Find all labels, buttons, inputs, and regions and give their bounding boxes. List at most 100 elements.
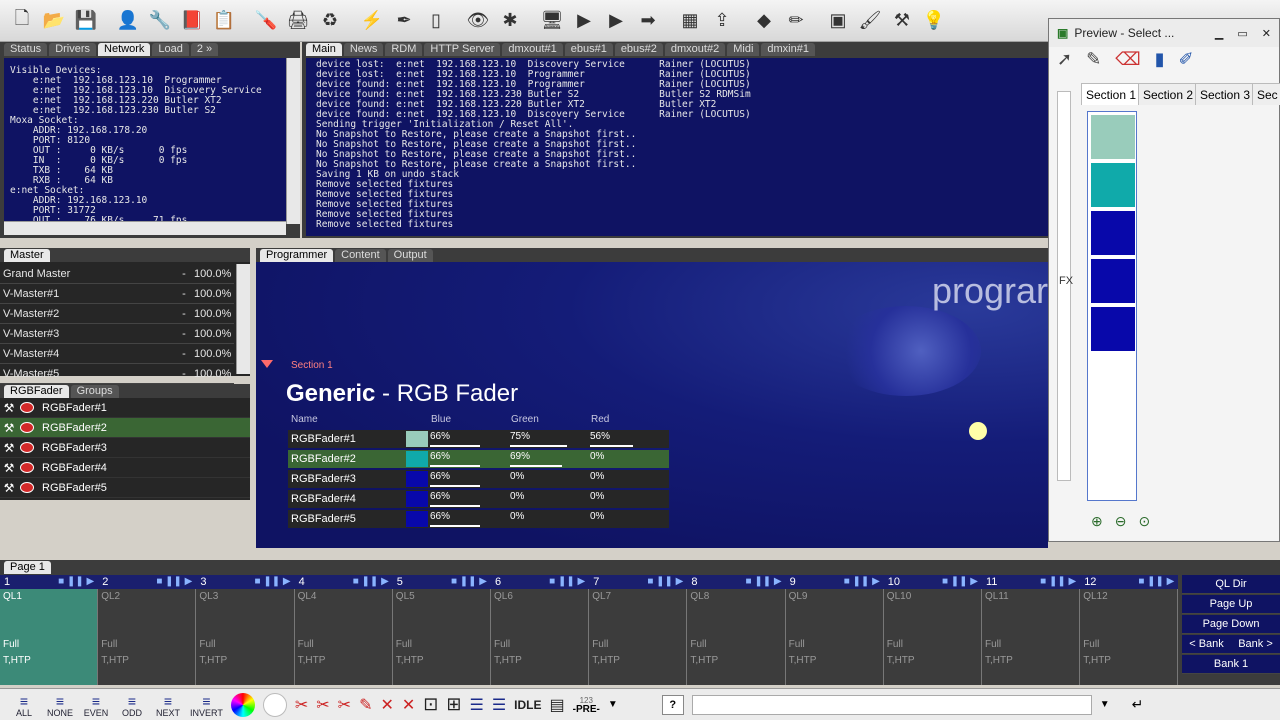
disable-icon[interactable] [20, 442, 34, 453]
red-value-cell[interactable]: 0% [588, 450, 668, 468]
page-up-button[interactable]: Page Up [1182, 595, 1280, 614]
cue-column[interactable]: QL8 Full T,HTP [687, 589, 786, 685]
programmer-row[interactable]: RGBFader#5 66% 0% 0% [288, 510, 669, 528]
status-tab-3[interactable]: Load [152, 43, 189, 56]
cue-column[interactable]: QL11 Full T,HTP [982, 589, 1081, 685]
blue-value-cell[interactable]: 66% [428, 510, 508, 528]
disable-icon[interactable] [20, 462, 34, 473]
cue-transport-icons[interactable]: ■ ❚❚ ▶ [1138, 575, 1174, 589]
zoom-out-icon[interactable]: ⊖ [1115, 513, 1127, 530]
programmer-tab-0[interactable]: Programmer [260, 249, 334, 262]
tweezers2-icon[interactable]: ✂ [316, 695, 329, 715]
log-tab-5[interactable]: ebus#1 [564, 43, 613, 56]
arrow-icon[interactable]: ➡ [634, 7, 662, 35]
programmer-row[interactable]: RGBFader#2 66% 69% 0% [288, 450, 669, 468]
save-icon[interactable]: 💾 [72, 7, 100, 35]
cue-transport-icons[interactable]: ■ ❚❚ ▶ [451, 575, 487, 589]
cue-header[interactable]: 3 ■ ❚❚ ▶ [196, 575, 295, 589]
cue-transport-icons[interactable]: ■ ❚❚ ▶ [942, 575, 978, 589]
red-pen-icon[interactable]: ✒ [390, 7, 418, 35]
tool-icon[interactable]: ⚒ [888, 7, 916, 35]
command-dropdown-icon[interactable]: ▼ [1100, 699, 1110, 710]
preview-swatch[interactable] [1091, 259, 1135, 303]
red-value-cell[interactable]: 0% [588, 470, 668, 488]
log-tab-6[interactable]: ebus#2 [614, 43, 663, 56]
color-wheel-icon[interactable] [230, 692, 255, 717]
status-tab-2[interactable]: Network [98, 43, 151, 56]
bank-prev-button[interactable]: < Bank [1182, 635, 1231, 654]
select-all-button[interactable]: ≡ ALL [10, 692, 38, 718]
printer-icon[interactable]: 🖨 [284, 7, 312, 35]
red-value-cell[interactable]: 0% [588, 510, 668, 528]
status-tab-1[interactable]: Drivers [49, 43, 97, 56]
green-value-cell[interactable]: 0% [508, 490, 588, 508]
play2-icon[interactable]: ▶ [602, 7, 630, 35]
screwdriver-icon[interactable]: 🪛 [252, 7, 280, 35]
blue-value-cell[interactable]: 66% [428, 430, 508, 448]
green-value-cell[interactable]: 75% [508, 430, 588, 448]
book-icon[interactable]: 📕 [178, 7, 206, 35]
wrench-icon[interactable]: ⚒ [0, 461, 18, 475]
status-vertical-scrollbar[interactable] [286, 58, 300, 224]
cables-icon[interactable]: ⚡ [358, 7, 386, 35]
close-icon[interactable]: ✕ [1262, 27, 1271, 40]
monitor-icon[interactable]: 🖥 [538, 7, 566, 35]
cue-header[interactable]: 4 ■ ❚❚ ▶ [294, 575, 393, 589]
spider-icon[interactable]: ✱ [496, 7, 524, 35]
pencil-icon[interactable]: ✏ [782, 7, 810, 35]
cue-column[interactable]: QL7 Full T,HTP [589, 589, 688, 685]
brush-icon[interactable]: 🖌 [856, 7, 884, 35]
log-tab-3[interactable]: HTTP Server [424, 43, 501, 56]
idle-label[interactable]: IDLE [514, 698, 541, 712]
cue-transport-icons[interactable]: ■ ❚❚ ▶ [58, 575, 94, 589]
eyedropper-icon[interactable]: ✐ [1179, 49, 1194, 70]
preview-tab-3[interactable]: Sec [1252, 83, 1280, 105]
cross-cut-icon[interactable]: ✕ [380, 695, 393, 715]
cue-header[interactable]: 11 ■ ❚❚ ▶ [982, 575, 1081, 589]
cue-column[interactable]: QL1 Full T,HTP [0, 589, 99, 685]
disable-icon[interactable] [20, 482, 34, 493]
list-icon[interactable]: ▤ [550, 695, 565, 715]
diamond-icon[interactable]: ◆ [750, 7, 778, 35]
fixture-row[interactable]: ⚒ RGBFader#5 [0, 478, 250, 498]
fit-icon[interactable]: ⊡ [423, 694, 438, 715]
cue-transport-icons[interactable]: ■ ❚❚ ▶ [647, 575, 683, 589]
cue-header[interactable]: 9 ■ ❚❚ ▶ [785, 575, 884, 589]
export-icon[interactable]: ⇪ [708, 7, 736, 35]
maximize-icon[interactable]: ▭ [1237, 27, 1247, 40]
help-button[interactable]: ? [661, 694, 684, 715]
preview-tab-0[interactable]: Section 1 [1081, 83, 1142, 105]
cross-cut2-icon[interactable]: ✕ [402, 695, 415, 715]
wrench-icon[interactable]: ⚒ [0, 421, 18, 435]
cue-column[interactable]: QL12 Full T,HTP [1080, 589, 1179, 685]
select-invert-button[interactable]: ≡ INVERT [190, 692, 223, 718]
green-value-cell[interactable]: 0% [508, 470, 588, 488]
cue-column[interactable]: QL9 Full T,HTP [786, 589, 884, 685]
master-row[interactable]: V-Master#2 -100.0% [0, 304, 234, 324]
fixture-row[interactable]: ⚒ RGBFader#1 [0, 398, 250, 418]
cue-column[interactable]: QL6 Full T,HTP [491, 589, 590, 685]
zoom-fit-icon[interactable]: ⊙ [1138, 513, 1150, 530]
bulb-icon[interactable]: 💡 [920, 7, 948, 35]
master-row[interactable]: V-Master#5 -100.0% [0, 364, 234, 384]
red-value-cell[interactable]: 56% [588, 430, 668, 448]
blue-value-cell[interactable]: 66% [428, 470, 508, 488]
fixture-tab-1[interactable]: Groups [70, 385, 119, 398]
cue-transport-icons[interactable]: ■ ❚❚ ▶ [746, 575, 782, 589]
log-tab-2[interactable]: RDM [385, 43, 423, 56]
bank-next-button[interactable]: Bank > [1231, 635, 1280, 654]
preview-swatch[interactable] [1091, 163, 1135, 207]
master-row[interactable]: V-Master#3 -100.0% [0, 324, 234, 344]
open-folder-icon[interactable]: 📂 [40, 7, 68, 35]
tab-master[interactable]: Master [4, 249, 50, 262]
cue-transport-icons[interactable]: ■ ❚❚ ▶ [844, 575, 880, 589]
eye-icon[interactable]: 👁 [464, 7, 492, 35]
tab-page-1[interactable]: Page 1 [4, 561, 51, 574]
fixture-tab-0[interactable]: RGBFader [4, 385, 69, 398]
command-input[interactable] [691, 694, 1092, 715]
log-tab-0[interactable]: Main [306, 43, 342, 56]
blue-value-cell[interactable]: 66% [428, 450, 508, 468]
blue-value-cell[interactable]: 66% [428, 490, 508, 508]
white-circle-icon[interactable] [262, 692, 287, 717]
tweezers3-icon[interactable]: ✂ [338, 695, 351, 715]
